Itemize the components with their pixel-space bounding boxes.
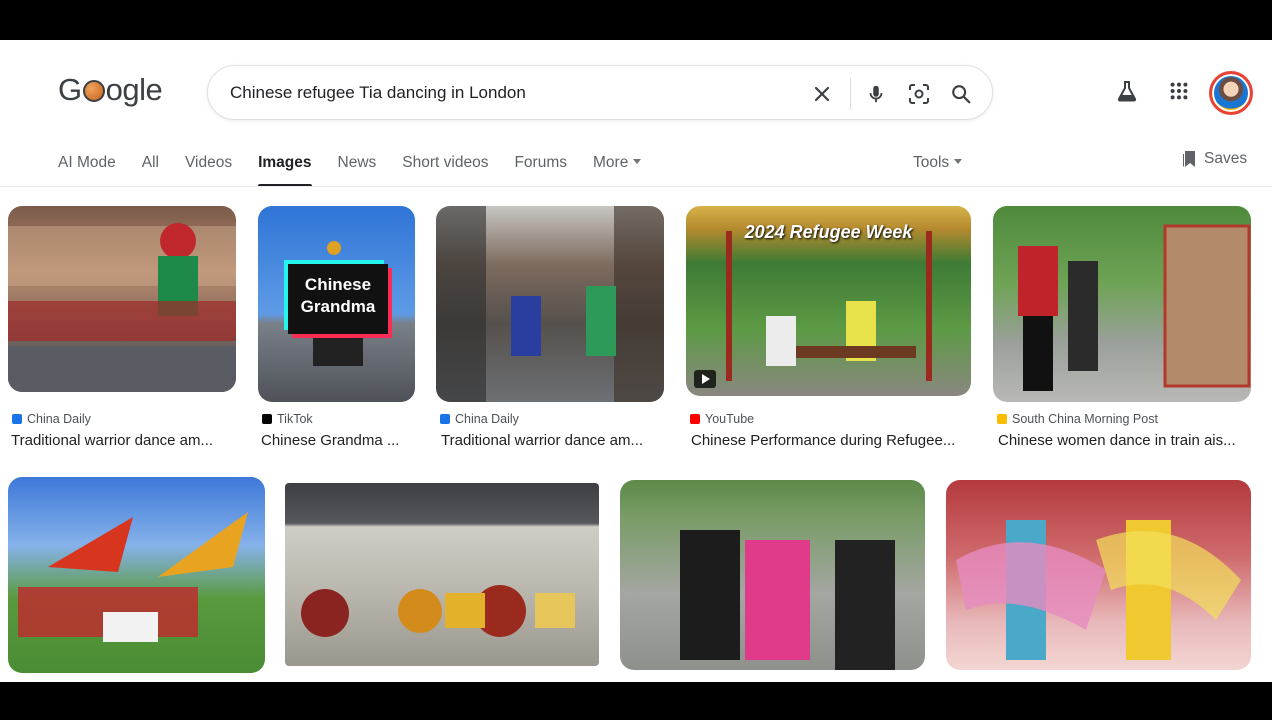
saves-label: Saves xyxy=(1204,150,1248,167)
result-title[interactable]: Chinese Grandma ... xyxy=(261,432,411,449)
result-thumbnail[interactable] xyxy=(993,206,1251,402)
source-label: YouTube xyxy=(705,412,755,426)
search-input[interactable]: Chinese refugee Tia dancing in London xyxy=(230,83,526,103)
overlay-caption: 2024 Refugee Week xyxy=(744,222,913,242)
result-source: China Daily xyxy=(12,412,91,426)
china-daily-icon xyxy=(12,414,22,424)
result-thumbnail[interactable]: Chinese Grandma xyxy=(258,206,415,402)
basketball-doodle-icon xyxy=(82,80,105,102)
apps-grid-icon[interactable] xyxy=(1164,76,1194,106)
tools-label: Tools xyxy=(913,154,950,171)
play-icon xyxy=(694,370,716,388)
search-icon[interactable] xyxy=(947,80,975,108)
result-thumbnail[interactable] xyxy=(8,477,265,673)
result-source: TikTok xyxy=(262,412,313,426)
result-thumbnail[interactable] xyxy=(285,483,599,666)
train-aisle-dance-illustration xyxy=(1018,224,1251,391)
logo-g: G xyxy=(58,72,82,107)
dragon-flags-illustration xyxy=(18,512,248,642)
caret-down-icon xyxy=(954,159,963,165)
tab-short-videos[interactable]: Short videos xyxy=(402,154,488,186)
tools-menu[interactable]: Tools xyxy=(913,154,963,172)
result-source: China Daily xyxy=(440,412,519,426)
result-title[interactable]: Traditional warrior dance am... xyxy=(441,432,661,449)
lens-icon[interactable] xyxy=(905,80,933,108)
result-thumbnail[interactable]: 2024 Refugee Week xyxy=(686,206,971,396)
tab-videos[interactable]: Videos xyxy=(185,154,232,186)
source-label: TikTok xyxy=(277,412,313,426)
page: Gogle Chinese refugee Tia dancing in Lon… xyxy=(0,40,1272,682)
logo-rest: ogle xyxy=(105,72,163,107)
account-avatar[interactable] xyxy=(1209,71,1253,115)
search-tabs: AI Mode All Videos Images News Short vid… xyxy=(58,154,667,187)
costume-dancers-illustration xyxy=(956,520,1241,660)
search-divider xyxy=(850,78,851,110)
result-title[interactable]: Traditional warrior dance am... xyxy=(11,432,231,449)
tab-forums[interactable]: Forums xyxy=(514,154,567,186)
bookmark-icon xyxy=(1183,151,1195,167)
google-logo[interactable]: Gogle xyxy=(58,72,163,108)
overlay-caption: Chinese Grandma xyxy=(288,264,388,334)
result-title[interactable]: Chinese Performance during Refugee... xyxy=(691,432,971,449)
result-thumbnail[interactable] xyxy=(620,480,925,670)
result-thumbnail[interactable] xyxy=(8,206,236,392)
source-label: South China Morning Post xyxy=(1012,412,1158,426)
mic-icon[interactable] xyxy=(862,80,890,108)
tab-ai-mode[interactable]: AI Mode xyxy=(58,154,116,186)
arcade-dance-illustration xyxy=(436,206,664,402)
result-source: South China Morning Post xyxy=(997,412,1158,426)
tab-all[interactable]: All xyxy=(142,154,159,186)
close-icon[interactable] xyxy=(808,80,836,108)
tab-more[interactable]: More xyxy=(593,154,642,186)
tab-images[interactable]: Images xyxy=(258,154,312,187)
women-dancing-illustration xyxy=(680,530,895,670)
saves-button[interactable]: Saves xyxy=(1182,150,1247,168)
china-daily-icon xyxy=(440,414,450,424)
result-title[interactable]: Chinese women dance in train ais... xyxy=(998,432,1250,449)
result-thumbnail[interactable] xyxy=(946,480,1251,670)
result-source: YouTube xyxy=(690,412,754,426)
result-thumbnail[interactable] xyxy=(436,206,664,402)
flask-icon[interactable] xyxy=(1112,76,1142,106)
source-label: China Daily xyxy=(27,412,91,426)
search-bar[interactable]: Chinese refugee Tia dancing in London xyxy=(207,65,993,120)
tabs-divider xyxy=(0,186,1272,187)
tab-news[interactable]: News xyxy=(338,154,377,186)
youtube-icon xyxy=(690,414,700,424)
tiktok-icon xyxy=(262,414,272,424)
caret-down-icon xyxy=(633,159,642,165)
tab-more-label: More xyxy=(593,154,629,171)
source-label: China Daily xyxy=(455,412,519,426)
lion-drums-illustration xyxy=(301,585,575,637)
warrior-dance-illustration xyxy=(8,223,236,392)
scmp-icon xyxy=(997,414,1007,424)
